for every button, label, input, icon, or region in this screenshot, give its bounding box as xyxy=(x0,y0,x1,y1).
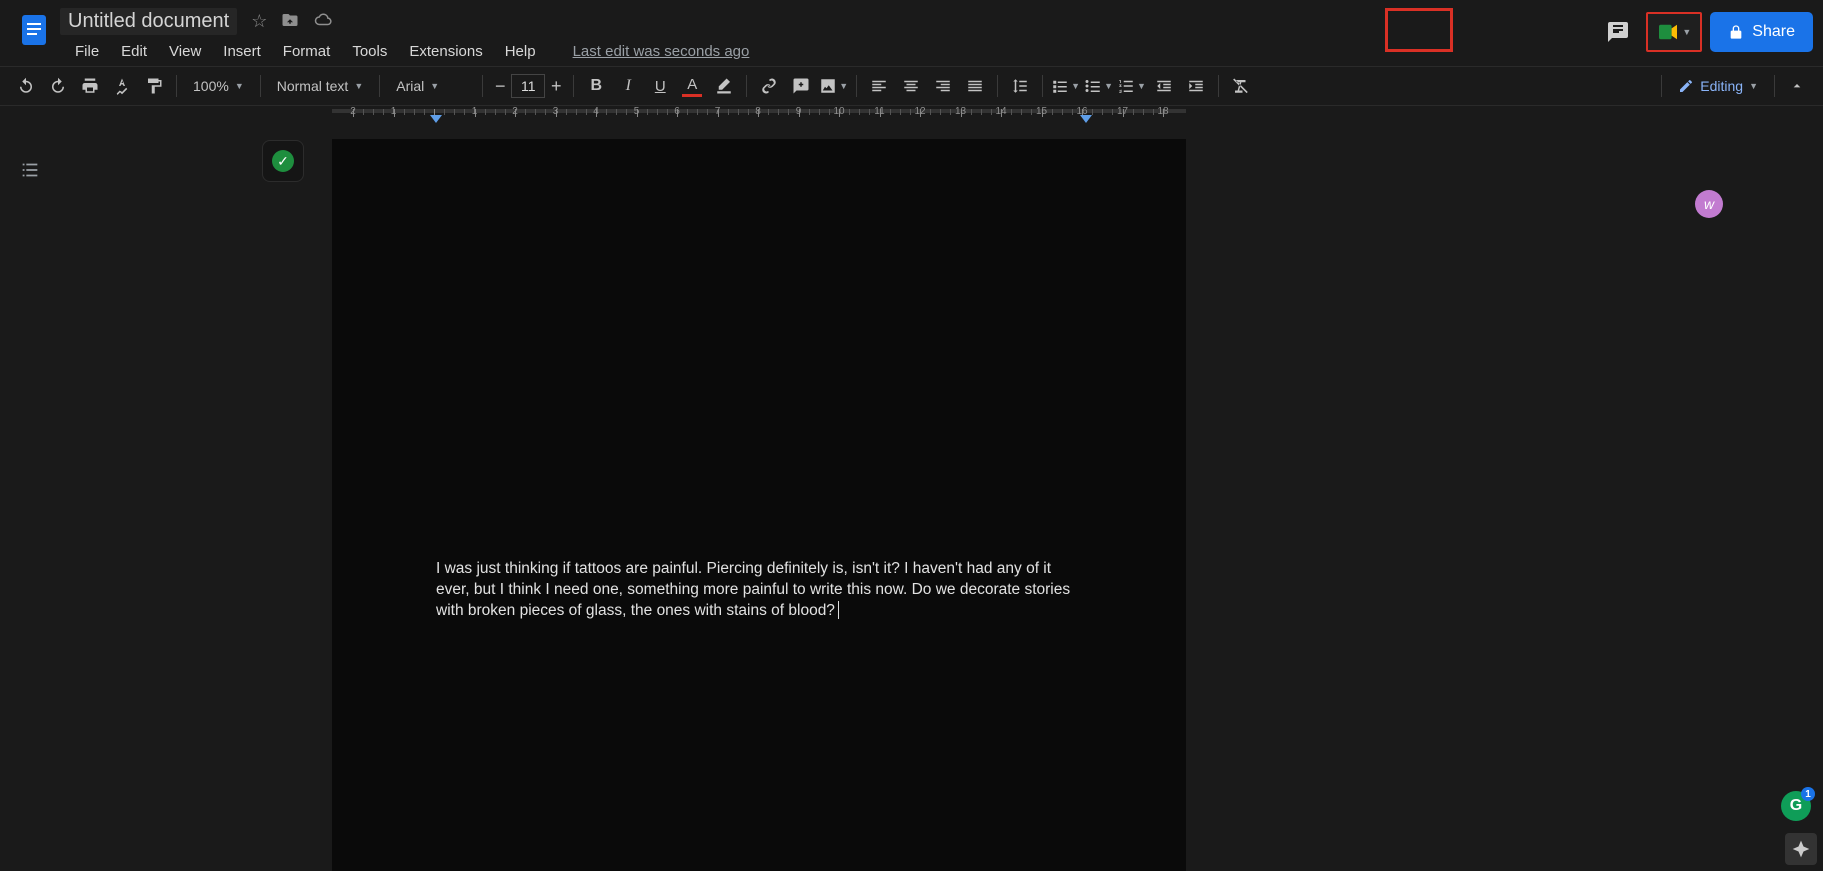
wordtune-letter: w xyxy=(1704,196,1714,212)
header-right: ▼ Share xyxy=(1598,0,1813,52)
wordtune-extension-icon[interactable]: w xyxy=(1695,190,1723,218)
align-right-button[interactable] xyxy=(929,72,957,100)
meet-button[interactable]: ▼ xyxy=(1646,12,1702,52)
font-value: Arial xyxy=(396,78,424,94)
paragraph-style-select[interactable]: Normal text▼ xyxy=(267,78,374,94)
checklist-button[interactable]: ▼ xyxy=(1051,72,1080,100)
font-family-select[interactable]: Arial▼ xyxy=(386,78,476,94)
clear-formatting-button[interactable] xyxy=(1227,72,1255,100)
header-bar: Untitled document ☆ File Edit View Inser… xyxy=(0,0,1823,66)
numbered-list-button[interactable]: ▼ xyxy=(1117,72,1146,100)
docs-app-icon[interactable] xyxy=(14,10,54,50)
text-color-button[interactable]: A xyxy=(678,72,706,100)
bold-button[interactable]: B xyxy=(582,72,610,100)
paint-format-button[interactable] xyxy=(140,72,168,100)
print-button[interactable] xyxy=(76,72,104,100)
increase-indent-button[interactable] xyxy=(1182,72,1210,100)
editing-mode-label: Editing xyxy=(1700,78,1743,94)
document-workspace: I was just thinking if tattoos are painf… xyxy=(0,126,1823,871)
style-value: Normal text xyxy=(277,78,349,94)
menu-edit[interactable]: Edit xyxy=(110,39,158,64)
grammarly-extension-icon[interactable]: G 1 xyxy=(1781,791,1811,821)
title-block: Untitled document ☆ File Edit View Inser… xyxy=(60,0,749,66)
align-left-button[interactable] xyxy=(865,72,893,100)
font-size-control: − + xyxy=(489,74,567,98)
share-button[interactable]: Share xyxy=(1710,12,1813,52)
redo-button[interactable] xyxy=(44,72,72,100)
menu-file[interactable]: File xyxy=(64,39,110,64)
bulleted-list-button[interactable]: ▼ xyxy=(1084,72,1113,100)
toolbar: 100%▼ Normal text▼ Arial▼ − + B I U A ▼ … xyxy=(0,66,1823,106)
menu-bar: File Edit View Insert Format Tools Exten… xyxy=(60,36,749,66)
font-size-input[interactable] xyxy=(511,74,545,98)
grammarly-count-badge: 1 xyxy=(1801,787,1815,801)
check-icon: ✓ xyxy=(272,150,294,172)
menu-format[interactable]: Format xyxy=(272,39,342,64)
insert-link-button[interactable] xyxy=(755,72,783,100)
italic-button[interactable]: I xyxy=(614,72,642,100)
text-cursor xyxy=(838,601,839,619)
underline-button[interactable]: U xyxy=(646,72,674,100)
menu-extensions[interactable]: Extensions xyxy=(398,39,493,64)
right-indent-marker[interactable] xyxy=(1080,115,1092,123)
font-size-decrease[interactable]: − xyxy=(489,76,511,97)
first-line-indent-marker[interactable] xyxy=(430,115,442,123)
document-outline-button[interactable] xyxy=(16,150,44,190)
align-center-button[interactable] xyxy=(897,72,925,100)
spelling-status-badge[interactable]: ✓ xyxy=(262,140,304,182)
document-page[interactable]: I was just thinking if tattoos are painf… xyxy=(332,139,1186,871)
horizontal-ruler[interactable]: 21123456789101112131415161718 xyxy=(0,106,1823,126)
menu-tools[interactable]: Tools xyxy=(341,39,398,64)
cloud-status-icon[interactable] xyxy=(313,11,333,32)
highlight-color-button[interactable] xyxy=(710,72,738,100)
share-label: Share xyxy=(1752,23,1795,41)
insert-image-button[interactable]: ▼ xyxy=(819,72,848,100)
document-body[interactable]: I was just thinking if tattoos are painf… xyxy=(436,559,1084,622)
editing-mode-button[interactable]: Editing ▼ xyxy=(1668,78,1768,94)
comments-history-icon[interactable] xyxy=(1598,12,1638,52)
body-text: I was just thinking if tattoos are painf… xyxy=(436,560,1070,619)
explore-button[interactable] xyxy=(1785,833,1817,865)
document-title[interactable]: Untitled document xyxy=(60,8,237,35)
line-spacing-button[interactable] xyxy=(1006,72,1034,100)
align-justify-button[interactable] xyxy=(961,72,989,100)
zoom-value: 100% xyxy=(193,78,229,94)
last-edit-link[interactable]: Last edit was seconds ago xyxy=(573,43,750,60)
menu-view[interactable]: View xyxy=(158,39,212,64)
move-icon[interactable] xyxy=(281,11,299,32)
undo-button[interactable] xyxy=(12,72,40,100)
collapse-toolbar-button[interactable] xyxy=(1783,72,1811,100)
menu-help[interactable]: Help xyxy=(494,39,547,64)
spellcheck-button[interactable] xyxy=(108,72,136,100)
font-size-increase[interactable]: + xyxy=(545,76,567,97)
add-comment-button[interactable] xyxy=(787,72,815,100)
decrease-indent-button[interactable] xyxy=(1150,72,1178,100)
zoom-select[interactable]: 100%▼ xyxy=(183,78,254,94)
menu-insert[interactable]: Insert xyxy=(212,39,272,64)
star-icon[interactable]: ☆ xyxy=(251,11,267,32)
